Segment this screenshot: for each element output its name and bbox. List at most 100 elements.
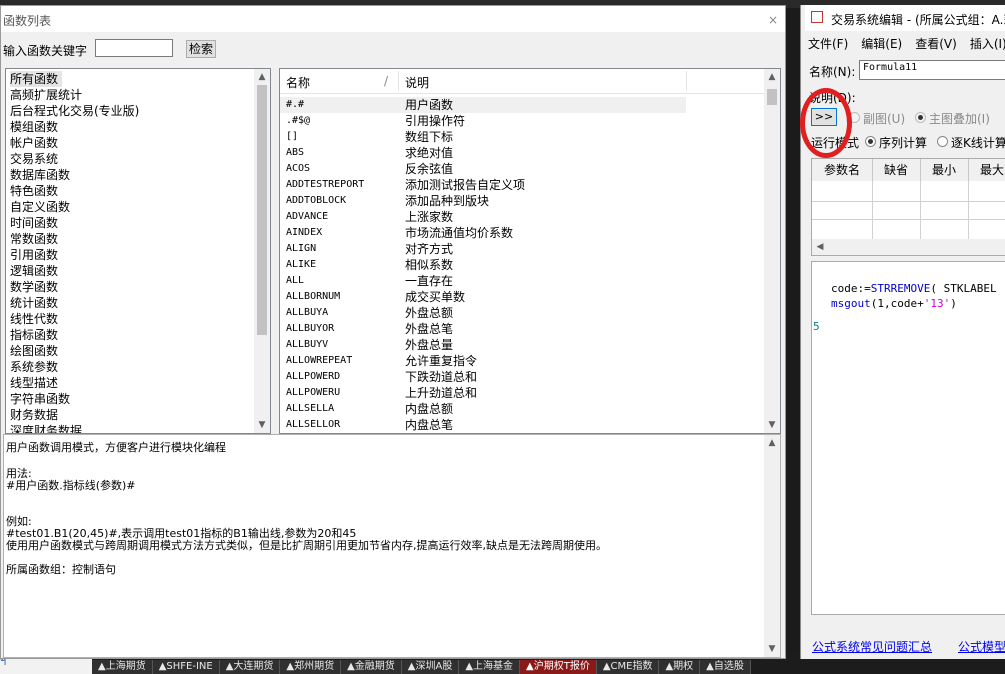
table-row[interactable]: AINDEX 市场流通值均价系数 [280,225,764,241]
column-header-name[interactable]: 名称 [286,74,310,91]
function-table[interactable]: 名称 / 说明 #.# 用户函数 .#$@ 引用操作符 [] 数组下标 ABS 求绝对值… [279,68,781,434]
main-overlay-radio[interactable] [915,112,926,123]
category-item[interactable]: 线型描述 [10,375,58,391]
table-row[interactable]: [] 数组下标 [280,129,764,145]
table-row[interactable]: ACOS 反余弦值 [280,161,764,177]
column-divider[interactable] [398,71,399,91]
column-header-param-name[interactable]: 参数名 [812,159,873,181]
close-icon[interactable]: × [765,12,781,28]
description-scrollbar[interactable]: ▲ ▼ [764,435,780,657]
code-editor[interactable]: code:=STRREMOVE( STKLABEL msgout(1,code+… [811,261,1005,615]
table-row[interactable]: ALLSELLOR 内盘总笔 [280,417,764,433]
category-item[interactable]: 高频扩展统计 [10,87,82,103]
market-tab[interactable]: ▲上海基金 [459,660,521,674]
table-row[interactable]: ALLBORNUM 成交买单数 [280,289,764,305]
market-tab[interactable]: ▲深圳A股 [401,660,460,674]
editor-titlebar[interactable]: 交易系统编辑 - (所属公式组：A.莉 [805,5,1005,31]
category-item[interactable]: 自定义函数 [10,199,70,215]
category-item[interactable]: 常数函数 [10,231,58,247]
category-item[interactable]: 指标函数 [10,327,58,343]
category-item[interactable]: 交易系统 [10,151,58,167]
table-row[interactable]: ALLOWREPEAT 允许重复指令 [280,353,764,369]
scroll-thumb[interactable] [257,85,267,335]
table-row[interactable]: ALLBUYV 外盘总量 [280,337,764,353]
category-item[interactable]: 字符串函数 [10,391,70,407]
function-table-scrollbar[interactable]: ▲ ▼ [764,69,780,433]
category-item[interactable]: 模组函数 [10,119,58,135]
category-scrollbar[interactable]: ▲ ▼ [254,69,270,433]
formula-name-input[interactable]: Formula11 [859,60,1005,80]
category-item-selected[interactable]: 所有函数 [10,71,63,87]
bar-calc-radio[interactable] [937,136,948,147]
search-input[interactable] [95,39,173,57]
category-item[interactable]: 引用函数 [10,247,58,263]
formula-model-link[interactable]: 公式模型 [958,638,1005,655]
table-row-selected[interactable]: #.# 用户函数 [280,97,686,113]
table-row[interactable]: ALLBUYA 外盘总额 [280,305,764,321]
category-item[interactable]: 统计函数 [10,295,58,311]
table-row[interactable]: ALLPOWERD 下跌劲道总和 [280,369,764,385]
category-item[interactable]: 特色函数 [10,183,58,199]
scroll-up-icon[interactable]: ▲ [764,435,780,451]
column-header-max[interactable]: 最大 [968,159,1005,181]
category-item[interactable]: 逻辑函数 [10,263,58,279]
table-row[interactable]: ALLSELLA 内盘总额 [280,401,764,417]
column-header-default[interactable]: 缺省 [872,159,921,181]
table-row[interactable]: ADDTESTREPORT 添加测试报告自定义项 [280,177,764,193]
faq-link[interactable]: 公式系统常见问题汇总 [812,638,932,655]
search-button[interactable]: 检索 [186,40,216,58]
category-item[interactable]: 财务数据 [10,407,58,423]
market-tab[interactable]: ▲大连期货 [219,660,281,674]
scroll-up-icon[interactable]: ▲ [254,69,270,85]
table-row[interactable]: ADDTOBLOCK 添加品种到版块 [280,193,764,209]
sequence-calc-radio[interactable] [865,136,876,147]
menu-insert[interactable]: 插入(I) [967,35,1005,53]
function-name: [] [286,131,299,142]
category-list[interactable]: 所有函数 高频扩展统计 后台程式化交易(专业版) 模组函数 帐户函数 交易系统 … [5,68,271,434]
market-tab[interactable]: ▲CME指数 [596,660,660,674]
category-item[interactable]: 深度财务数据 [10,423,82,433]
menu-edit[interactable]: 编辑(E) [858,35,902,53]
scroll-down-icon[interactable]: ▼ [764,641,780,657]
category-item[interactable]: 绘图函数 [10,343,58,359]
scroll-left-icon[interactable]: ◀ [812,614,828,615]
scroll-down-icon[interactable]: ▼ [254,417,270,433]
category-item[interactable]: 系统参数 [10,359,58,375]
function-list-titlebar[interactable]: 函数列表 × [1,6,785,32]
column-divider[interactable] [686,71,687,91]
table-row[interactable]: ADVANCE 上涨家数 [280,209,764,225]
market-tab[interactable]: ▲金融期货 [341,660,402,674]
code-token: STRREMOVE [870,282,931,295]
code-hscrollbar[interactable]: ◀ [812,614,1005,615]
menu-file[interactable]: 文件(F) [805,35,848,53]
scroll-up-icon[interactable]: ▲ [764,69,780,85]
parameter-hscrollbar[interactable]: ◀ [812,239,1005,255]
table-row[interactable]: .#$@ 引用操作符 [280,113,764,129]
market-tab[interactable]: ▲期权 [659,660,701,674]
category-item[interactable]: 数据库函数 [10,167,70,183]
parameter-table[interactable]: 参数名 缺省 最小 最大 ◀ [811,158,1005,256]
scroll-thumb[interactable] [767,89,777,105]
table-row[interactable]: ABS 求绝对值 [280,145,764,161]
category-item[interactable]: 线性代数 [10,311,58,327]
scroll-down-icon[interactable]: ▼ [764,417,780,433]
scroll-left-icon[interactable]: ◀ [812,239,828,255]
market-tab[interactable]: ▲郑州期货 [280,660,342,674]
category-item[interactable]: 数学函数 [10,279,58,295]
function-description-pane[interactable]: 用户函数调用模式，方便客户进行模块化编程 用法: #用户函数.指标线(参数)# … [3,434,781,658]
table-row[interactable]: ALIKE 相似系数 [280,257,764,273]
table-row[interactable]: ALIGN 对齐方式 [280,241,764,257]
table-row[interactable]: ALLBUYOR 外盘总笔 [280,321,764,337]
table-row[interactable]: ALL 一直存在 [280,273,764,289]
category-item[interactable]: 后台程式化交易(专业版) [10,103,139,119]
market-tab[interactable]: ▲自选股 [700,660,751,674]
table-row[interactable]: ALLPOWERU 上升劲道总和 [280,385,764,401]
market-tab[interactable]: ▲上海期货 [92,660,153,674]
column-header-min[interactable]: 最小 [920,159,969,181]
category-item[interactable]: 帐户函数 [10,135,58,151]
category-item[interactable]: 时间函数 [10,215,58,231]
menu-view[interactable]: 查看(V) [912,35,957,53]
market-tab-active[interactable]: ▲沪期权T报价 [520,660,597,674]
market-tab[interactable]: ▲SHFE-INE [152,660,220,674]
column-header-desc[interactable]: 说明 [405,74,429,91]
